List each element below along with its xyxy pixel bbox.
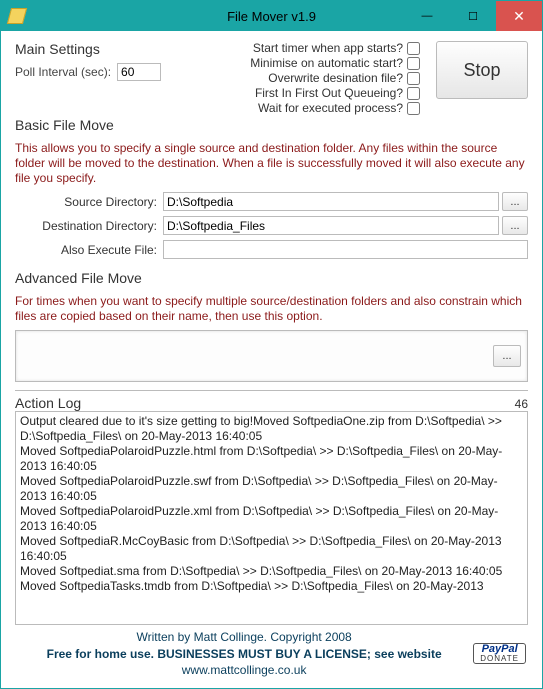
log-entry: Output cleared due to it's size getting … [20,414,523,444]
dest-dir-label: Destination Directory: [15,219,163,233]
log-entry: Moved SoftpediaTasks.tmdb from D:\Softpe… [20,579,523,594]
log-entry: Moved SoftpediaR.McCoyBasic from D:\Soft… [20,534,523,564]
stop-button[interactable]: Stop [436,41,528,99]
close-button[interactable]: ✕ [496,1,542,31]
opt-minimise-checkbox[interactable] [407,57,420,70]
action-log-heading: Action Log [15,395,81,411]
dest-browse-button[interactable]: ... [502,216,528,235]
log-entry: Moved Softpediat.sma from D:\Softpedia\ … [20,564,523,579]
footer-link[interactable]: www.mattcollinge.co.uk [15,662,473,678]
opt-wait-label: Wait for executed process? [258,101,403,115]
log-entry: Moved SoftpediaPolaroidPuzzle.swf from D… [20,474,523,504]
opt-overwrite-label: Overwrite desination file? [268,71,403,85]
opt-start-timer-label: Start timer when app starts? [253,41,403,55]
exec-file-input[interactable] [163,240,528,259]
action-log-box[interactable]: Output cleared due to it's size getting … [15,411,528,625]
app-window: File Mover v1.9 — ☐ ✕ Main Settings Poll… [0,0,543,689]
opt-wait-checkbox[interactable] [407,102,420,115]
advanced-browse-button[interactable]: ... [493,345,521,367]
basic-move-desc: This allows you to specify a single sour… [15,141,528,186]
source-dir-label: Source Directory: [15,195,163,209]
basic-move-heading: Basic File Move [15,117,528,133]
footer-line1: Written by Matt Collinge. Copyright 2008 [15,629,473,645]
footer: Written by Matt Collinge. Copyright 2008… [15,625,528,684]
main-settings-heading: Main Settings [15,41,215,57]
donate-label: DONATE [480,655,519,663]
separator [15,390,528,391]
content-area: Main Settings Poll Interval (sec): Start… [1,31,542,688]
poll-interval-label: Poll Interval (sec): [15,65,111,79]
dest-dir-input[interactable] [163,216,499,235]
titlebar: File Mover v1.9 — ☐ ✕ [1,1,542,31]
advanced-list-box: ... [15,330,528,382]
log-entry: Moved SoftpediaPolaroidPuzzle.html from … [20,444,523,474]
log-entry: Moved SoftpediaPolaroidPuzzle.xml from D… [20,504,523,534]
paypal-donate-button[interactable]: PayPal DONATE [473,643,526,664]
footer-line2: Free for home use. BUSINESSES MUST BUY A… [15,646,473,662]
exec-file-label: Also Execute File: [15,243,163,257]
maximize-button[interactable]: ☐ [450,1,496,31]
action-log-count: 46 [515,397,528,411]
advanced-move-desc: For times when you want to specify multi… [15,294,528,324]
options-group: Start timer when app starts? Minimise on… [215,41,420,115]
opt-overwrite-checkbox[interactable] [407,72,420,85]
opt-fifo-checkbox[interactable] [407,87,420,100]
source-dir-input[interactable] [163,192,499,211]
window-buttons: — ☐ ✕ [404,1,542,31]
source-browse-button[interactable]: ... [502,192,528,211]
opt-minimise-label: Minimise on automatic start? [250,56,403,70]
poll-interval-input[interactable] [117,63,161,81]
opt-fifo-label: First In First Out Queueing? [255,86,403,100]
minimize-button[interactable]: — [404,1,450,31]
opt-start-timer-checkbox[interactable] [407,42,420,55]
advanced-move-heading: Advanced File Move [15,270,528,286]
folder-icon [7,8,27,24]
